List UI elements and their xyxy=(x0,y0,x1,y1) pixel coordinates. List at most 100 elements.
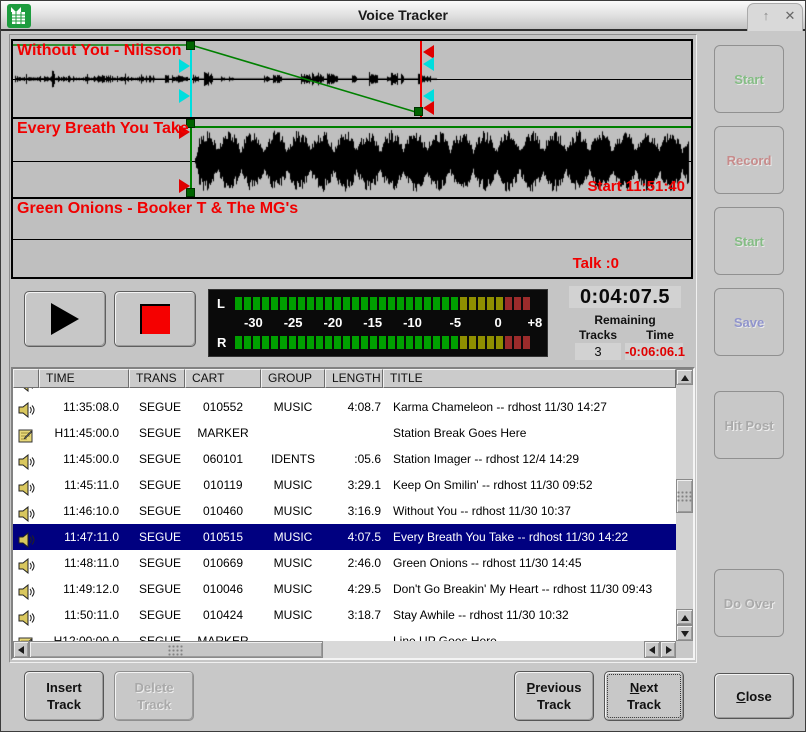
scroll-up-button-2[interactable] xyxy=(676,609,693,625)
cell-len: 4:08.7 xyxy=(325,394,383,420)
meter-segment xyxy=(487,297,494,310)
meter-segment xyxy=(352,336,359,349)
next-track-button[interactable]: NextTrack xyxy=(604,671,684,721)
scroll-left-button-2[interactable] xyxy=(644,641,660,658)
meter-segment xyxy=(316,297,323,310)
log-row[interactable]: H12:00:00.0SEGUEMARKERLine UP Goes Here xyxy=(13,628,676,641)
close-button[interactable]: Close xyxy=(714,673,794,719)
cell-title: Without You -- rdhost 11/30 10:37 xyxy=(383,498,676,524)
meter-segment xyxy=(280,336,287,349)
meter-segment xyxy=(415,336,422,349)
segue-start-line[interactable] xyxy=(190,41,192,117)
cell-len: 2:46.0 xyxy=(325,550,383,576)
titlebar: Voice Tracker ↑ ✕ xyxy=(1,1,805,31)
cell-cart: 060101 xyxy=(185,446,261,472)
log-row[interactable]: 11:46:10.0SEGUE010460MUSIC3:16.9Without … xyxy=(13,498,676,524)
cell-cart: MARKER xyxy=(185,420,261,446)
segue-start-marker-bottom[interactable] xyxy=(179,89,190,103)
close-window-button[interactable]: ✕ xyxy=(781,7,799,25)
column-header-time[interactable]: TIME xyxy=(39,369,129,388)
meter-segment xyxy=(469,297,476,310)
cell-len: 4:29.5 xyxy=(325,576,383,602)
cell-group: MUSIC xyxy=(261,498,325,524)
meter-scale-label: -25 xyxy=(284,315,303,330)
scroll-down-button[interactable] xyxy=(676,625,693,641)
voice-tracker-window: Voice Tracker ↑ ✕ Without You - Nilsson xyxy=(0,0,806,732)
meter-scale-label: -5 xyxy=(450,315,462,330)
column-header-length[interactable]: LENGTH xyxy=(325,369,383,388)
track2-level-line[interactable] xyxy=(192,126,691,128)
meter-segment xyxy=(478,297,485,310)
cell-title: Keep On Smilin' -- rdhost 11/30 09:52 xyxy=(383,472,676,498)
log-row[interactable]: 11:47:11.0SEGUE010515MUSIC4:07.5Every Br… xyxy=(13,524,676,550)
vertical-scrollbar[interactable] xyxy=(676,369,693,641)
cell-trans: SEGUE xyxy=(129,394,185,420)
cell-group: MUSIC xyxy=(261,394,325,420)
column-header-trans[interactable]: TRANS xyxy=(129,369,185,388)
meter-segment xyxy=(244,336,251,349)
cell-title: Every Breath You Take -- rdhost 11/30 14… xyxy=(383,524,676,550)
meter-segment xyxy=(388,297,395,310)
track3-centerline xyxy=(13,239,691,240)
meter-segment xyxy=(253,336,260,349)
meter-segment xyxy=(442,297,449,310)
scroll-left-button[interactable] xyxy=(13,641,29,658)
speaker-icon xyxy=(13,602,39,628)
shade-button[interactable]: ↑ xyxy=(757,7,775,25)
speaker-icon xyxy=(13,498,39,524)
delete-track-button: DeleteTrack xyxy=(114,671,194,721)
meter-scale-label: -20 xyxy=(324,315,343,330)
stop-button[interactable] xyxy=(114,291,196,347)
scroll-right-button[interactable] xyxy=(660,641,676,658)
column-header-group[interactable]: GROUP xyxy=(261,369,325,388)
start-track1-button: Start xyxy=(714,45,784,113)
track3-waveform-panel[interactable]: Green Onions - Booker T & The MG's Talk … xyxy=(13,197,691,277)
track1-end-line[interactable] xyxy=(420,41,422,117)
log-row[interactable]: 11:49:12.0SEGUE010046MUSIC4:29.5Don't Go… xyxy=(13,576,676,602)
cell-group: MUSIC xyxy=(261,602,325,628)
end-marker-red-bottom[interactable] xyxy=(423,101,434,115)
track3-title: Green Onions - Booker T & The MG's xyxy=(17,200,298,218)
fade-start-handle[interactable] xyxy=(186,41,195,50)
meter-segment xyxy=(271,297,278,310)
track2-start-marker-bottom[interactable] xyxy=(179,179,190,193)
cell-time: 11:47:11.0 xyxy=(39,524,129,550)
track2-start-line[interactable] xyxy=(190,119,192,197)
horizontal-scroll-thumb[interactable] xyxy=(29,641,323,658)
vertical-scroll-thumb[interactable] xyxy=(676,479,693,513)
cell-trans: SEGUE xyxy=(129,576,185,602)
horizontal-scrollbar[interactable] xyxy=(13,641,676,658)
cell-cart: 010552 xyxy=(185,394,261,420)
cell-len: 3:29.1 xyxy=(325,472,383,498)
log-row[interactable]: H11:45:00.0SEGUEMARKERStation Break Goes… xyxy=(13,420,676,446)
fade-end-handle[interactable] xyxy=(414,107,423,116)
log-row[interactable]: 11:35:08.0SEGUE010552MUSIC4:08.7Karma Ch… xyxy=(13,394,676,420)
log-row[interactable]: 11:48:11.0SEGUE010669MUSIC2:46.0Green On… xyxy=(13,550,676,576)
column-header-cart[interactable]: CART xyxy=(185,369,261,388)
log-row[interactable]: 11:45:11.0SEGUE010119MUSIC3:29.1Keep On … xyxy=(13,472,676,498)
track1-waveform-panel[interactable]: Without You - Nilsson xyxy=(13,41,691,117)
log-row[interactable]: 11:50:11.0SEGUE010424MUSIC3:18.7Stay Awh… xyxy=(13,602,676,628)
column-header-icon[interactable] xyxy=(13,369,39,388)
remaining-label: Remaining xyxy=(569,313,681,327)
column-header-title[interactable]: TITLE xyxy=(383,369,676,388)
meter-segment xyxy=(370,297,377,310)
scrollbar-corner xyxy=(676,641,693,658)
meter-segment xyxy=(424,336,431,349)
elapsed-time-display: 0:04:07.5 xyxy=(569,286,681,308)
marker-icon xyxy=(13,420,39,446)
cell-time: 11:46:10.0 xyxy=(39,498,129,524)
scroll-up-button[interactable] xyxy=(676,369,693,385)
log-row[interactable]: 11:45:00.0SEGUE060101IDENTS:05.6Station … xyxy=(13,446,676,472)
cell-len: 3:16.9 xyxy=(325,498,383,524)
play-button[interactable] xyxy=(24,291,106,347)
audio-level-meter: L -30-25-20-15-10-50+8 R xyxy=(208,289,548,357)
end-marker-cyan-top[interactable] xyxy=(423,57,434,71)
meter-scale-label: +8 xyxy=(527,315,542,330)
insert-track-button[interactable]: InsertTrack xyxy=(24,671,104,721)
track2-waveform-panel[interactable]: Every Breath You Take Start 11:51:40 xyxy=(13,117,691,197)
previous-track-button[interactable]: PreviousTrack xyxy=(514,671,594,721)
segue-start-marker-top[interactable] xyxy=(179,59,190,73)
cell-title: Karma Chameleon -- rdhost 11/30 14:27 xyxy=(383,394,676,420)
stop-icon xyxy=(140,304,170,334)
